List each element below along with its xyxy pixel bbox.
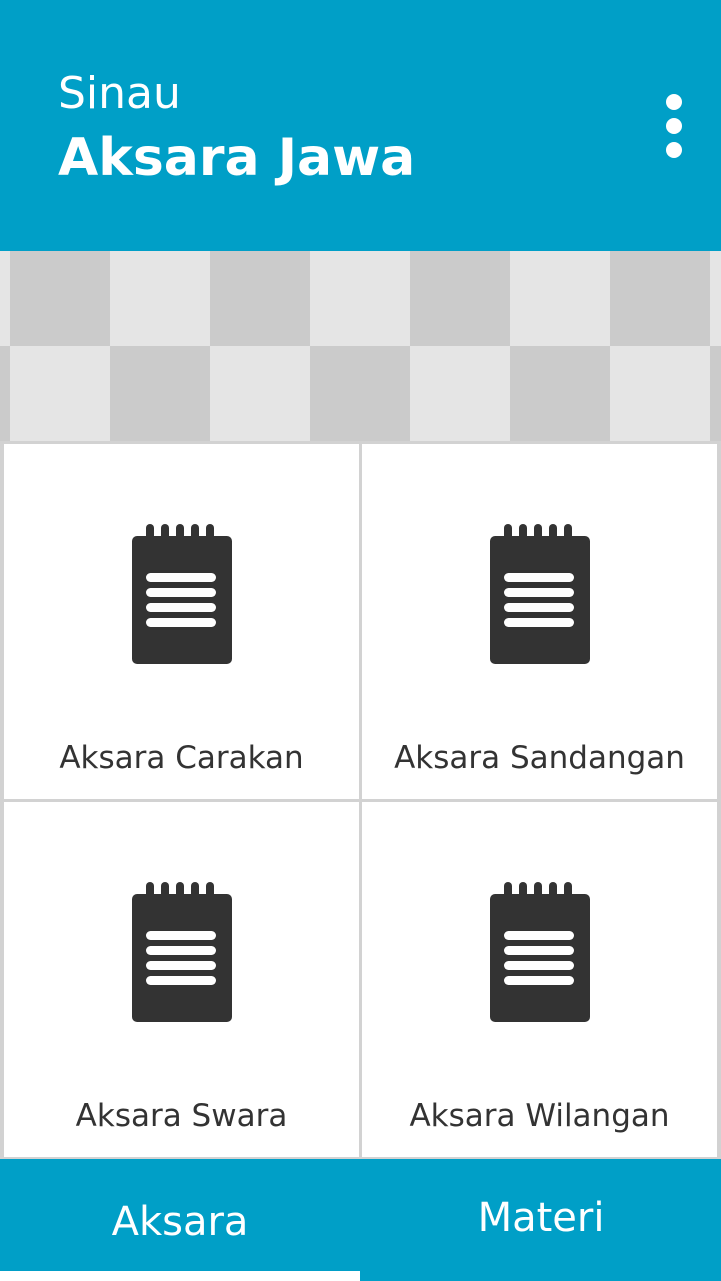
more-vert-icon[interactable] <box>652 86 696 166</box>
banner-tile <box>710 251 721 346</box>
banner-tile <box>610 346 710 441</box>
menu-tile-aksara-swara[interactable]: Aksara Swara <box>4 802 359 1157</box>
app-bar: Sinau Aksara Jawa <box>0 0 721 251</box>
banner-tile <box>10 346 110 441</box>
banner-tile <box>0 251 10 346</box>
notepad-icon <box>489 882 590 1022</box>
banner-tile <box>210 346 310 441</box>
tab-materi[interactable]: Materi <box>361 1159 721 1281</box>
banner-tile <box>710 346 721 441</box>
banner-image <box>0 251 721 441</box>
banner-tile <box>510 251 610 346</box>
app-title-large: Aksara Jawa <box>58 128 416 188</box>
menu-tile-aksara-wilangan[interactable]: Aksara Wilangan <box>362 802 717 1157</box>
banner-tile <box>0 346 10 441</box>
bottom-tab-bar: Aksara Materi <box>0 1159 721 1281</box>
banner-tile <box>310 346 410 441</box>
tab-label: Aksara <box>111 1199 249 1245</box>
menu-tile-aksara-sandangan[interactable]: Aksara Sandangan <box>362 444 717 799</box>
notepad-icon <box>489 524 590 664</box>
menu-tile-aksara-carakan[interactable]: Aksara Carakan <box>4 444 359 799</box>
banner-tile <box>10 251 110 346</box>
banner-tile <box>510 346 610 441</box>
banner-tile <box>410 346 510 441</box>
menu-tile-label: Aksara Carakan <box>59 740 304 776</box>
banner-tile <box>210 251 310 346</box>
banner-tile <box>310 251 410 346</box>
banner-tile <box>110 346 210 441</box>
notepad-icon <box>131 882 232 1022</box>
menu-grid: Aksara Carakan Aksara Sandangan Aksara S… <box>0 441 721 1159</box>
menu-tile-label: Aksara Wilangan <box>409 1098 670 1134</box>
menu-tile-label: Aksara Swara <box>75 1098 288 1134</box>
tab-aksara[interactable]: Aksara <box>0 1159 360 1281</box>
banner-tile <box>410 251 510 346</box>
app-title-small: Sinau <box>58 68 181 119</box>
banner-tile <box>610 251 710 346</box>
tab-selected-indicator <box>0 1271 360 1281</box>
menu-tile-label: Aksara Sandangan <box>394 740 685 776</box>
banner-tile <box>110 251 210 346</box>
notepad-icon <box>131 524 232 664</box>
tab-label: Materi <box>477 1195 605 1241</box>
